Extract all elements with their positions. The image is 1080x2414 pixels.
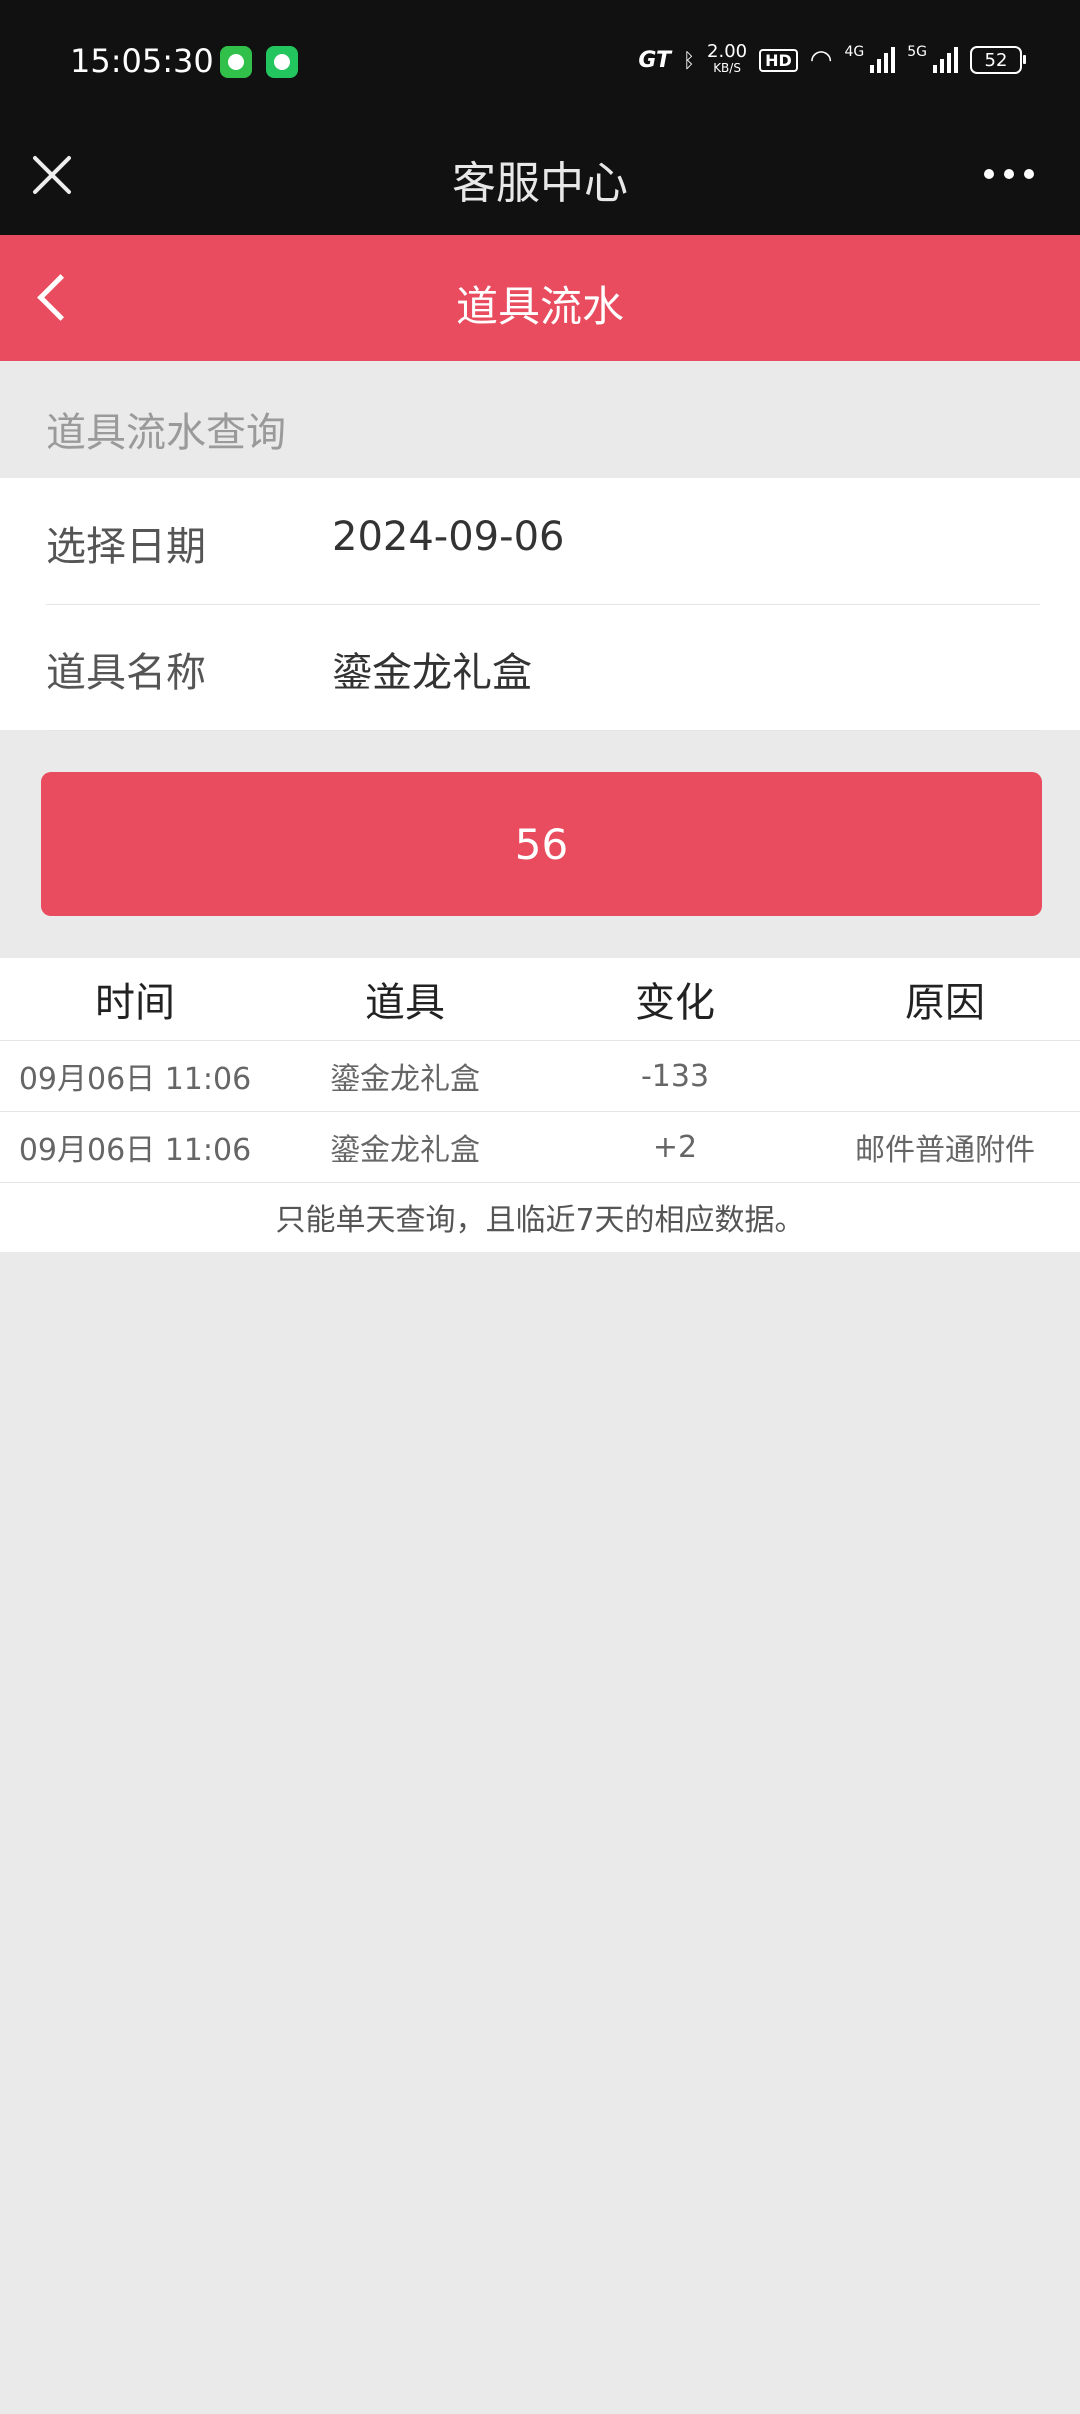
header-change: 变化 xyxy=(635,980,715,1026)
cell-reason: 邮件普通附件 xyxy=(855,1133,1035,1168)
status-bar: 15:05:30 GT ᛒ 2.00 KB/S HD ◠ 4G 5G 52 xyxy=(0,0,1080,125)
gt-mode-icon: GT xyxy=(638,47,672,73)
page-header: 道具流水 xyxy=(0,235,1080,361)
query-button[interactable]: 56 xyxy=(41,772,1042,916)
bluetooth-icon: ᛒ xyxy=(683,48,696,72)
battery-icon: 52 xyxy=(970,46,1026,74)
results-table: 时间 道具 变化 原因 09月06日 11:06 鎏金龙礼盒 -133 09月0… xyxy=(0,958,1080,1252)
table-header: 时间 道具 变化 原因 xyxy=(0,958,1080,1041)
date-row[interactable]: 选择日期 2024-09-06 xyxy=(46,478,1040,605)
header-time: 时间 xyxy=(95,980,175,1026)
date-picker[interactable]: 2024-09-06 xyxy=(332,514,564,560)
table-row: 09月06日 11:06 鎏金龙礼盒 -133 xyxy=(0,1041,1080,1112)
header-reason: 原因 xyxy=(905,980,985,1026)
page-title: 道具流水 xyxy=(455,282,624,331)
status-app-icons xyxy=(220,46,298,78)
wifi-icon: ◠ xyxy=(809,45,833,75)
item-name-label: 道具名称 xyxy=(46,650,206,696)
cell-reason xyxy=(810,1041,1080,1111)
mini-program-bar: 客服中心 xyxy=(0,125,1080,235)
cell-item: 鎏金龙礼盒 xyxy=(330,1062,480,1097)
video-app-icon xyxy=(220,46,252,78)
query-note: 只能单天查询，且临近7天的相应数据。 xyxy=(275,1203,805,1238)
item-name-select[interactable]: 鎏金龙礼盒 xyxy=(332,640,532,698)
cell-change: -133 xyxy=(640,1058,710,1094)
item-name-row[interactable]: 道具名称 鎏金龙礼盒 xyxy=(46,604,1040,731)
hd-icon: HD xyxy=(759,48,798,72)
section-title: 道具流水查询 xyxy=(46,410,286,456)
cell-time: 09月06日 11:06 xyxy=(18,1062,252,1097)
more-options-icon[interactable] xyxy=(984,169,1034,179)
status-time: 15:05:30 xyxy=(70,42,214,80)
cell-change: +2 xyxy=(652,1129,698,1165)
query-form: 选择日期 2024-09-06 道具名称 鎏金龙礼盒 xyxy=(0,478,1080,731)
battery-level: 52 xyxy=(984,49,1008,71)
table-row: 09月06日 11:06 鎏金龙礼盒 +2 邮件普通附件 xyxy=(0,1112,1080,1183)
network-speed: 2.00 KB/S xyxy=(707,41,748,76)
date-label: 选择日期 xyxy=(46,524,206,570)
signal-5g-icon xyxy=(933,47,958,73)
network-4g-label: 4G xyxy=(844,44,865,60)
network-5g-label: 5G xyxy=(907,44,927,60)
speed-unit: KB/S xyxy=(713,61,741,75)
chat-app-icon xyxy=(266,46,298,78)
cell-item: 鎏金龙礼盒 xyxy=(330,1133,480,1168)
mini-program-title: 客服中心 xyxy=(452,158,628,209)
status-indicators: GT ᛒ 2.00 KB/S HD ◠ 4G 5G 52 xyxy=(638,41,1026,76)
signal-4g-icon xyxy=(870,47,896,73)
speed-value: 2.00 xyxy=(707,41,748,62)
header-item: 道具 xyxy=(365,980,445,1026)
cell-time: 09月06日 11:06 xyxy=(18,1133,252,1168)
